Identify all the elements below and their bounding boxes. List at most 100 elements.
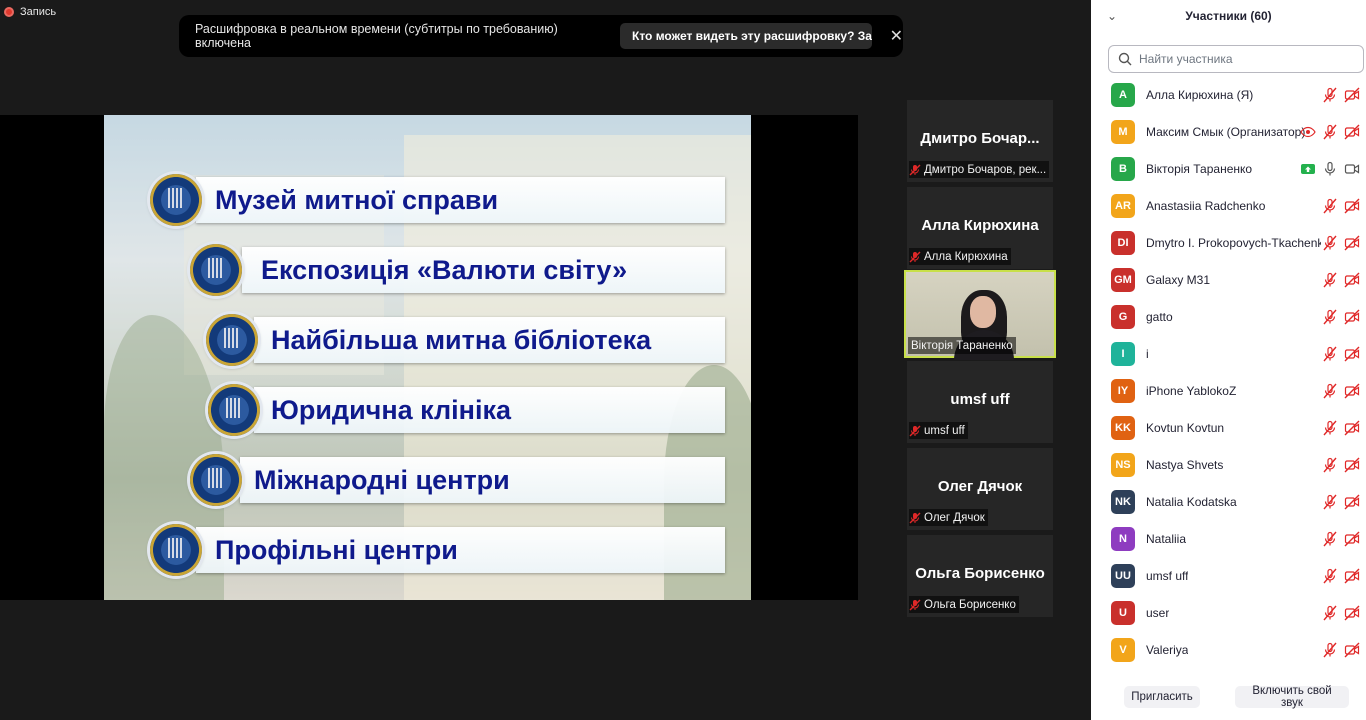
participant-row[interactable]: A Алла Кирюхина (Я) xyxy=(1091,76,1366,113)
mic-muted-icon[interactable] xyxy=(1322,457,1338,473)
mic-muted-icon[interactable] xyxy=(1322,383,1338,399)
participant-row[interactable]: B Вікторія Тараненко xyxy=(1091,150,1366,187)
transcript-visibility-button[interactable]: Кто может видеть эту расшифровку? За... xyxy=(620,23,872,49)
participant-status-icons xyxy=(1322,531,1360,547)
mic-muted-icon[interactable] xyxy=(1322,494,1338,510)
participant-row[interactable]: N Nataliia xyxy=(1091,520,1366,557)
invite-button[interactable]: Пригласить xyxy=(1124,686,1200,708)
participant-row[interactable]: NS Nastya Shvets xyxy=(1091,446,1366,483)
transcript-visibility-label: Кто может видеть эту расшифровку? За... xyxy=(632,29,872,43)
video-off-icon[interactable] xyxy=(1344,346,1360,362)
video-off-icon[interactable] xyxy=(1344,198,1360,214)
participant-status-icons xyxy=(1322,420,1360,436)
video-off-icon[interactable] xyxy=(1344,457,1360,473)
video-off-icon[interactable] xyxy=(1344,420,1360,436)
avatar: B xyxy=(1111,156,1135,181)
participant-tile[interactable]: Олег Дячок Олег Дячок xyxy=(907,448,1053,530)
participant-row[interactable]: IY iPhone YablokoZ xyxy=(1091,372,1366,409)
panel-footer: Пригласить Включить свой звук xyxy=(1091,680,1366,712)
tile-label: Алла Кирюхина xyxy=(909,248,1011,265)
video-off-icon[interactable] xyxy=(1344,309,1360,325)
mic-icon[interactable] xyxy=(1322,161,1338,177)
slide-item: Міжнародні центри xyxy=(240,457,725,503)
university-seal-icon xyxy=(208,384,260,436)
avatar: DI xyxy=(1111,230,1135,255)
video-off-icon[interactable] xyxy=(1344,531,1360,547)
mic-muted-icon[interactable] xyxy=(1322,272,1338,288)
participant-row[interactable]: AR Anastasiia Radchenko xyxy=(1091,187,1366,224)
mic-muted-icon[interactable] xyxy=(1322,346,1338,362)
recording-label: Запись xyxy=(20,6,57,18)
video-off-icon[interactable] xyxy=(1344,568,1360,584)
participant-status-icons xyxy=(1300,161,1360,177)
participant-row[interactable]: M Максим Смык (Организатор) xyxy=(1091,113,1366,150)
banner-text: Расшифровка в реальном времени (субтитры… xyxy=(195,22,558,50)
video-icon[interactable] xyxy=(1344,161,1360,177)
recording-indicator[interactable]: Запись xyxy=(4,6,56,18)
participant-status-icons xyxy=(1322,642,1360,658)
mic-muted-icon[interactable] xyxy=(1322,124,1338,140)
participant-tile[interactable]: Дмитро Бочар... Дмитро Бочаров, рек... xyxy=(907,100,1053,182)
active-speaker-tile[interactable]: Вікторія Тараненко xyxy=(904,270,1056,360)
avatar: I xyxy=(1111,341,1135,366)
participant-search[interactable] xyxy=(1108,45,1364,73)
participant-tile[interactable]: umsf uff umsf uff xyxy=(907,361,1053,443)
mic-muted-icon[interactable] xyxy=(1322,605,1338,621)
tile-name: umsf uff xyxy=(950,391,1010,408)
participant-row[interactable]: UU umsf uff xyxy=(1091,557,1366,594)
participant-row[interactable]: Uuser xyxy=(1091,594,1366,631)
mic-muted-icon xyxy=(909,425,921,436)
participant-row[interactable]: Ii xyxy=(1091,335,1366,372)
mic-muted-icon xyxy=(909,512,921,523)
participant-tile[interactable]: Алла Кирюхина Алла Кирюхина xyxy=(907,187,1053,269)
university-seal-icon xyxy=(190,454,242,506)
slide-item-text: Міжнародні центри xyxy=(254,464,510,495)
participant-status-icons xyxy=(1322,272,1360,288)
mic-muted-icon[interactable] xyxy=(1322,309,1338,325)
search-icon xyxy=(1118,52,1132,66)
mic-muted-icon[interactable] xyxy=(1322,198,1338,214)
mic-muted-icon[interactable] xyxy=(1322,235,1338,251)
unmute-self-button[interactable]: Включить свой звук xyxy=(1235,685,1349,709)
tile-label: Ольга Борисенко xyxy=(909,596,1019,613)
participant-name: iPhone YablokoZ xyxy=(1146,383,1237,398)
participant-status-icons xyxy=(1322,309,1360,325)
video-off-icon[interactable] xyxy=(1344,87,1360,103)
university-seal-icon xyxy=(150,174,202,226)
participant-row[interactable]: KK Kovtun Kovtun xyxy=(1091,409,1366,446)
close-icon[interactable]: ✕ xyxy=(890,26,903,46)
participant-row[interactable]: DI Dmytro I. Prokopovych-Tkachenko xyxy=(1091,224,1366,261)
mic-muted-icon[interactable] xyxy=(1322,531,1338,547)
tile-label: Вікторія Тараненко xyxy=(908,337,1016,354)
video-off-icon[interactable] xyxy=(1344,494,1360,510)
mic-muted-icon[interactable] xyxy=(1322,87,1338,103)
participant-row[interactable]: Ggatto xyxy=(1091,298,1366,335)
avatar: NS xyxy=(1111,452,1135,477)
video-off-icon[interactable] xyxy=(1344,642,1360,658)
participant-row[interactable]: NK Natalia Kodatska xyxy=(1091,483,1366,520)
mic-muted-icon[interactable] xyxy=(1322,642,1338,658)
participant-tile[interactable]: Ольга Борисенко Ольга Борисенко xyxy=(907,535,1053,617)
search-input[interactable] xyxy=(1137,51,1341,67)
tile-label: umsf uff xyxy=(909,422,968,439)
video-off-icon[interactable] xyxy=(1344,124,1360,140)
participant-name: Nataliia xyxy=(1146,531,1187,546)
participant-name: Вікторія Тараненко xyxy=(1146,161,1253,176)
video-off-icon[interactable] xyxy=(1344,235,1360,251)
tile-name: Дмитро Бочар... xyxy=(920,130,1040,147)
video-off-icon[interactable] xyxy=(1344,605,1360,621)
video-off-icon[interactable] xyxy=(1344,383,1360,399)
shared-screen: Музей митної справи Експозиція «Валюти с… xyxy=(0,115,858,600)
mic-muted-icon[interactable] xyxy=(1322,420,1338,436)
tile-label: Олег Дячок xyxy=(909,509,988,526)
mic-muted-icon[interactable] xyxy=(1322,568,1338,584)
university-seal-icon xyxy=(206,314,258,366)
participant-status-icons xyxy=(1322,605,1360,621)
tile-name: Ольга Борисенко xyxy=(915,565,1045,582)
transcription-banner: Расшифровка в реальном времени (субтитры… xyxy=(179,15,903,57)
participant-row[interactable]: V Valeriya xyxy=(1091,631,1366,668)
meeting-area: Запись Расшифровка в реальном времени (с… xyxy=(0,0,1091,720)
video-off-icon[interactable] xyxy=(1344,272,1360,288)
slide-item: Експозиція «Валюти світу» xyxy=(242,247,725,293)
participant-row[interactable]: GM Galaxy M31 xyxy=(1091,261,1366,298)
